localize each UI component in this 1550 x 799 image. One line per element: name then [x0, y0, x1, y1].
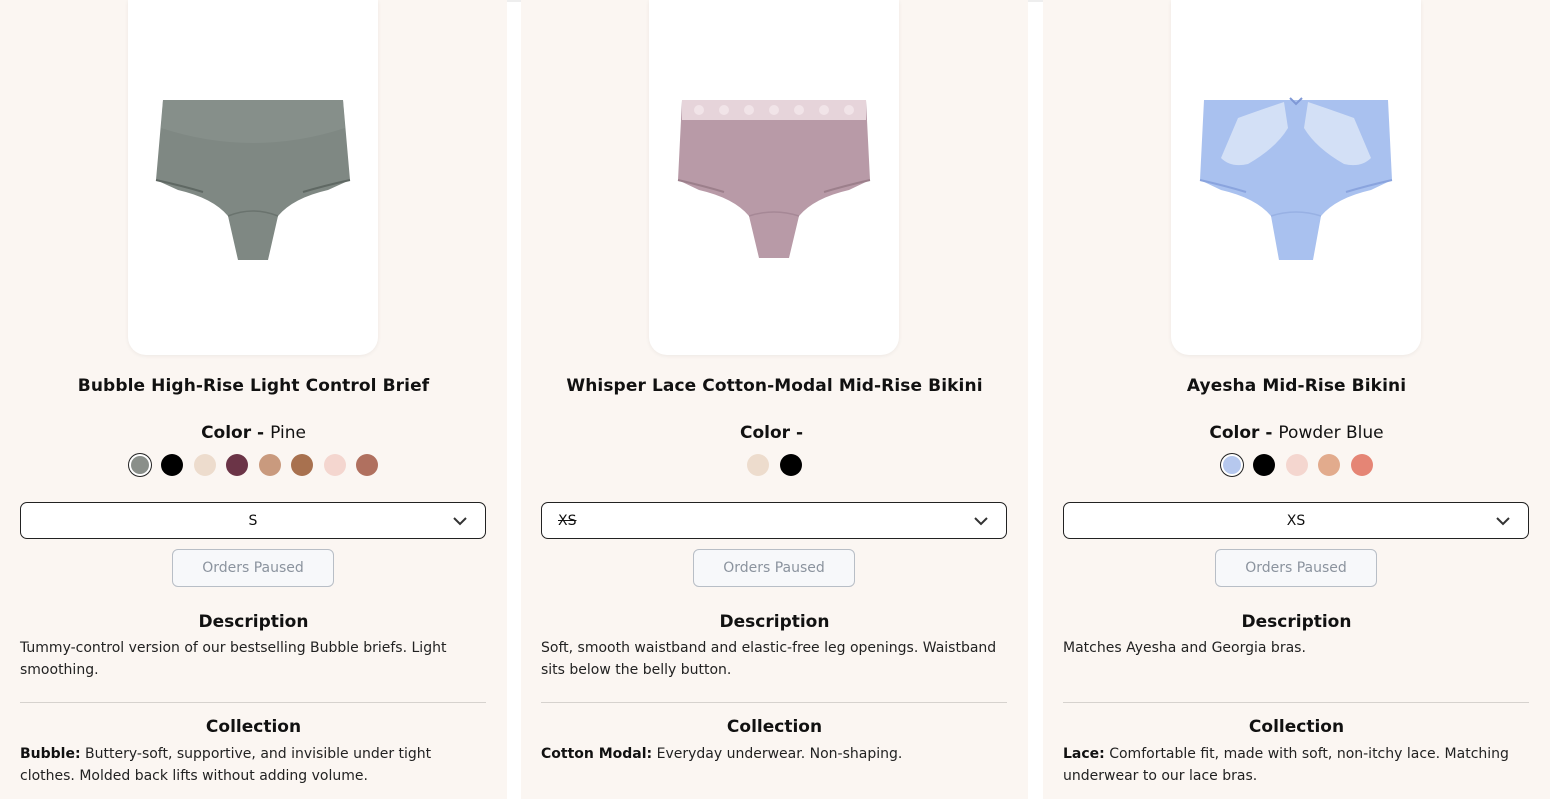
- color-swatches: [521, 454, 1028, 478]
- color-swatch[interactable]: [323, 454, 346, 476]
- orders-paused-button[interactable]: Orders Paused: [1215, 549, 1377, 587]
- description-heading: Description: [719, 612, 830, 632]
- color-swatch[interactable]: [291, 454, 314, 476]
- collection-heading: Collection: [205, 717, 302, 737]
- color-swatch[interactable]: [747, 454, 770, 476]
- description-heading: Description: [198, 612, 309, 632]
- product-card: Ayesha Mid-Rise Bikini Color - Powder Blu…: [1043, 0, 1550, 799]
- chevron-down-icon: [453, 517, 467, 526]
- color-swatch[interactable]: [1350, 454, 1373, 476]
- collection-text-block: Cotton Modal: Everyday underwear. Non-sh…: [541, 743, 1011, 765]
- product-title[interactable]: Whisper Lace Cotton-Modal Mid-Rise Bikin…: [521, 376, 1028, 396]
- color-label: Color -: [739, 423, 804, 443]
- product-image[interactable]: [1171, 0, 1421, 355]
- color-label-line: Color -: [521, 423, 1028, 443]
- size-select[interactable]: XS: [1063, 502, 1529, 539]
- chevron-down-icon: [1496, 517, 1510, 526]
- divider: [541, 702, 1007, 703]
- color-swatch[interactable]: [356, 454, 379, 476]
- collection-name: Lace:: [1063, 746, 1105, 762]
- collection-text: Everyday underwear. Non-shaping.: [656, 746, 903, 762]
- color-swatch[interactable]: [130, 456, 149, 474]
- color-swatch[interactable]: [193, 454, 216, 476]
- collection-text-block: Lace: Comfortable fit, made with soft, n…: [1063, 743, 1533, 787]
- color-swatch[interactable]: [226, 454, 249, 476]
- color-swatch[interactable]: [779, 454, 802, 476]
- divider: [20, 702, 486, 703]
- color-label-line: Color - Pine: [0, 423, 507, 443]
- orders-paused-button[interactable]: Orders Paused: [172, 549, 334, 587]
- size-select[interactable]: S: [20, 502, 486, 539]
- color-swatch[interactable]: [258, 454, 281, 476]
- product-brief-illustration: [155, 99, 351, 260]
- orders-paused-button[interactable]: Orders Paused: [693, 549, 855, 587]
- size-value: S: [248, 512, 258, 529]
- color-value: Pine: [270, 423, 306, 443]
- description-heading: Description: [1241, 612, 1352, 632]
- color-swatches: [1043, 454, 1550, 478]
- size-value: XS: [1286, 512, 1306, 529]
- color-swatch[interactable]: [1253, 454, 1275, 476]
- product-bikini-illustration: [1199, 96, 1393, 260]
- color-label-line: Color - Powder Blue: [1043, 423, 1550, 443]
- color-swatch[interactable]: [1318, 454, 1340, 476]
- collection-text: Buttery-soft, supportive, and invisible …: [20, 746, 432, 784]
- color-swatch[interactable]: [161, 454, 184, 476]
- product-title[interactable]: Bubble High-Rise Light Control Brief: [0, 376, 507, 396]
- product-card: Whisper Lace Cotton-Modal Mid-Rise Bikin…: [521, 0, 1028, 799]
- color-swatch[interactable]: [1285, 454, 1308, 476]
- color-value: Powder Blue: [1278, 423, 1384, 443]
- collection-name: Cotton Modal:: [541, 746, 653, 762]
- color-label: Color -: [1209, 423, 1273, 443]
- chevron-down-icon: [974, 517, 988, 526]
- product-card: Bubble High-Rise Light Control Brief Col…: [0, 0, 507, 799]
- description-text: Tummy-control version of our bestselling…: [20, 640, 447, 678]
- description-text: Matches Ayesha and Georgia bras.: [1063, 640, 1306, 656]
- size-value: XS: [558, 512, 577, 529]
- product-image[interactable]: [128, 0, 378, 355]
- collection-text-block: Bubble: Buttery-soft, supportive, and in…: [20, 743, 490, 787]
- collection-heading: Collection: [726, 717, 823, 737]
- color-swatch[interactable]: [1222, 456, 1241, 474]
- collection-text: Comfortable fit, made with soft, non-itc…: [1063, 746, 1509, 784]
- product-image[interactable]: [649, 0, 899, 355]
- product-title[interactable]: Ayesha Mid-Rise Bikini: [1043, 376, 1550, 396]
- color-swatches: [0, 454, 507, 478]
- collection-heading: Collection: [1248, 717, 1345, 737]
- divider: [1063, 702, 1529, 703]
- collection-name: Bubble:: [20, 746, 81, 762]
- size-select[interactable]: XS: [541, 502, 1007, 539]
- product-bikini-illustration: [677, 99, 871, 258]
- color-label: Color -: [201, 423, 265, 443]
- description-text: Soft, smooth waistband and elastic-free …: [541, 640, 997, 678]
